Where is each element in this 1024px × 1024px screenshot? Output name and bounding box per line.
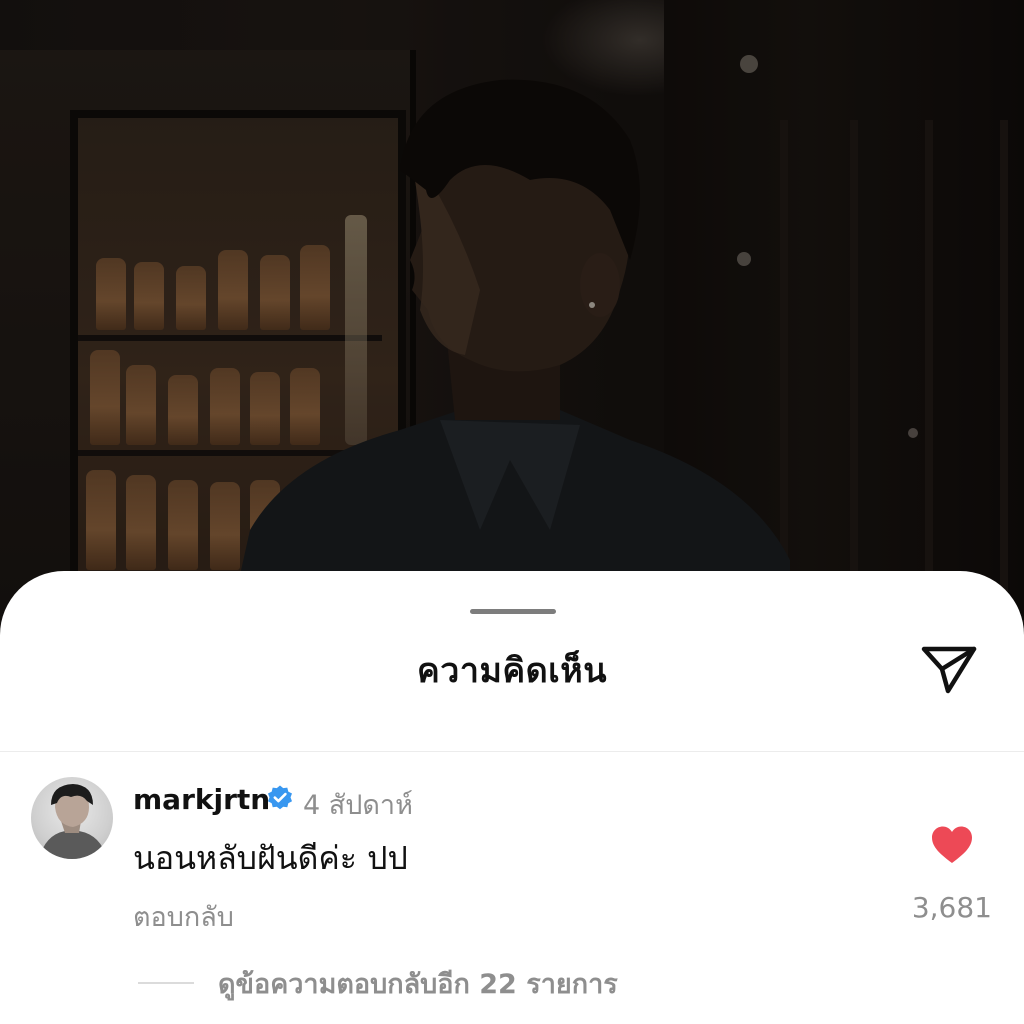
verified-badge-icon (268, 785, 292, 810)
header-divider (0, 751, 1024, 752)
comment-username[interactable]: markjrtn (133, 783, 270, 816)
comment-text: นอนหลับฝันดีค่ะ ปป (133, 839, 408, 877)
post-photo (0, 0, 1024, 620)
like-count: 3,681 (911, 891, 992, 924)
share-paper-plane-icon[interactable] (916, 641, 982, 697)
avatar-person-icon (39, 784, 107, 859)
view-replies-label: ดูข้อความตอบกลับอีก 22 รายการ (218, 968, 618, 1000)
reply-button[interactable]: ตอบกลับ (133, 895, 234, 938)
comment-item: markjrtn 4 สัปดาห์ นอนหลับฝันดีค่ะ ปป ตอ… (0, 753, 1024, 933)
avatar[interactable] (31, 777, 113, 859)
photo-shadow (0, 0, 1024, 620)
heart-icon[interactable] (930, 825, 974, 865)
sheet-grab-handle[interactable] (470, 609, 556, 614)
comments-sheet: ความคิดเห็น markjrtn 4 สัปดาห์ นอนหลับฝั… (0, 571, 1024, 1024)
screen: ความคิดเห็น markjrtn 4 สัปดาห์ นอนหลับฝั… (0, 0, 1024, 1024)
view-replies-button[interactable]: ดูข้อความตอบกลับอีก 22 รายการ (138, 963, 618, 1003)
sheet-title: ความคิดเห็น (417, 651, 607, 691)
comment-timestamp: 4 สัปดาห์ (303, 790, 413, 821)
replies-divider-line (138, 982, 194, 984)
